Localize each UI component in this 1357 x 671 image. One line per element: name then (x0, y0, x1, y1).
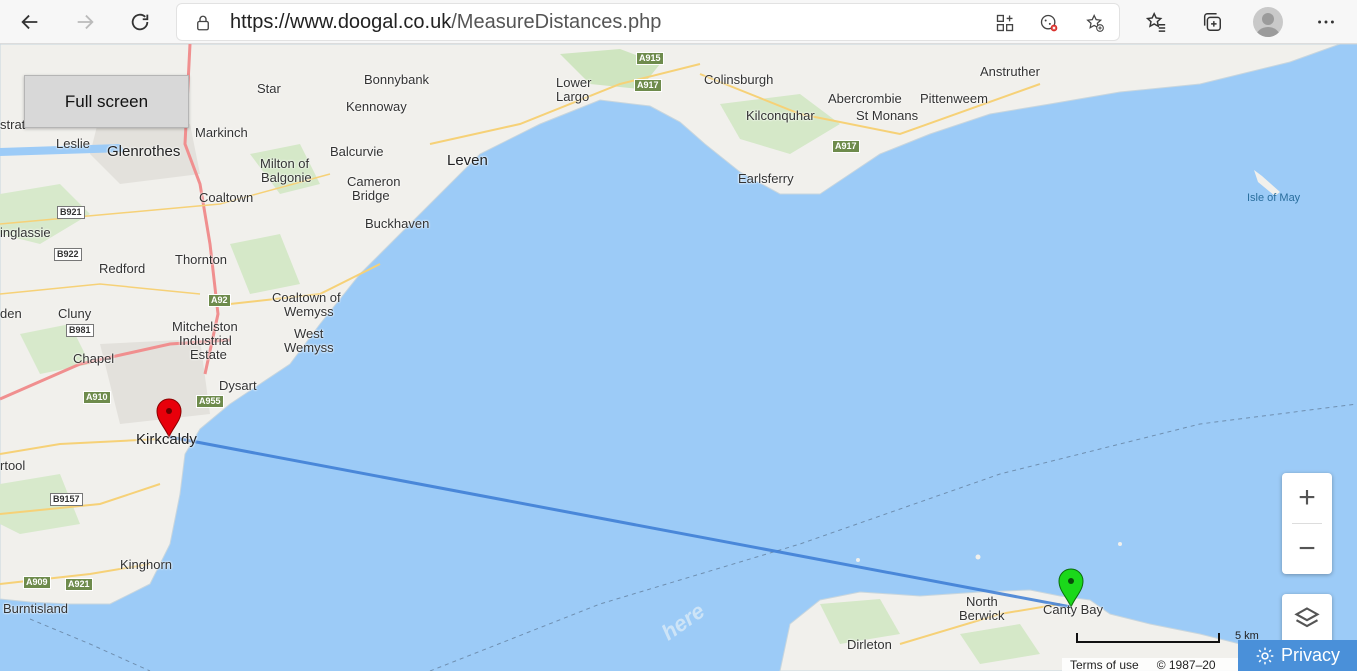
place-balcurvie: Balcurvie (330, 144, 384, 159)
fullscreen-button[interactable]: Full screen (24, 75, 189, 128)
place-glenrothes: Glenrothes (107, 143, 181, 160)
lock-icon[interactable] (192, 12, 214, 34)
add-favorite-icon[interactable] (1084, 12, 1106, 34)
place-abercrombie: Abercrombie (828, 91, 902, 106)
place-kirkcaldy: Kirkcaldy (136, 431, 197, 448)
place-lower: Lower (556, 75, 592, 90)
place-west: West (294, 326, 324, 341)
place-chapel: Chapel (73, 351, 115, 366)
road-a92: A92 (208, 294, 231, 307)
place-canty-bay: Canty Bay (1043, 602, 1103, 617)
place-industrial: Industrial (179, 333, 232, 348)
road-a955: A955 (196, 395, 224, 408)
favorites-button[interactable] (1140, 6, 1172, 38)
place-thornton: Thornton (175, 252, 228, 267)
road-b9157: B9157 (50, 493, 83, 506)
url-host: https://www.doogal.co.uk (230, 11, 452, 33)
distance-line (169, 435, 1072, 609)
place-buckhaven: Buckhaven (365, 216, 430, 231)
place-leslie: Leslie (56, 136, 90, 151)
place-markinch: Markinch (195, 125, 248, 140)
tracking-prevention-icon[interactable] (1038, 12, 1060, 34)
layers-icon (1294, 607, 1320, 628)
place-strat: strat (0, 117, 26, 132)
forward-arrow-icon (77, 14, 94, 30)
road-a917-1: A917 (634, 79, 662, 92)
place-coaltown-of: Coaltown of (272, 290, 341, 305)
place-coaltown: Coaltown (199, 190, 254, 205)
place-kinghorn: Kinghorn (120, 557, 173, 572)
road-b921: B921 (57, 206, 85, 219)
place-dirleton: Dirleton (847, 637, 892, 652)
privacy-button[interactable]: Privacy (1238, 640, 1357, 671)
zoom-out-button[interactable]: − (1282, 524, 1332, 574)
url-path: /MeasureDistances.php (451, 11, 662, 33)
map-attribution: Terms of use © 1987–20 (1062, 658, 1242, 671)
place-largo: Largo (556, 89, 590, 104)
place-kennoway: Kennoway (346, 99, 407, 114)
place-milton-of: Milton of (260, 156, 310, 171)
place-north: North (966, 594, 998, 609)
place-mitchelston: Mitchelston (172, 319, 238, 334)
apps-icon[interactable] (994, 12, 1016, 34)
road-a921: A921 (65, 578, 93, 591)
road-a910: A910 (83, 391, 111, 404)
layers-button[interactable] (1282, 594, 1332, 644)
place-cameron: Cameron (347, 174, 401, 189)
place-inglassie: inglassie (0, 225, 51, 240)
settings-more-button[interactable] (1310, 6, 1342, 38)
place-rtool: rtool (0, 458, 26, 473)
refresh-button[interactable] (124, 6, 156, 38)
back-arrow-icon (21, 14, 38, 30)
road-b981: B981 (66, 324, 94, 337)
place-isle-of-may: Isle of May (1247, 192, 1301, 204)
place-kilconquhar: Kilconquhar (746, 108, 815, 123)
profile-avatar[interactable] (1253, 7, 1283, 37)
place-star: Star (257, 81, 281, 96)
place-balgonie: Balgonie (261, 170, 312, 185)
collections-icon (1203, 13, 1221, 31)
scale-bar (1076, 633, 1220, 643)
collections-button[interactable] (1196, 6, 1228, 38)
place-earlsferry: Earlsferry (738, 171, 794, 186)
place-leven: Leven (447, 152, 488, 169)
more-dots-icon (1318, 20, 1334, 24)
place-anstruther: Anstruther (980, 64, 1040, 79)
map-canvas[interactable]: Bonnybank Star Kennoway Lower Largo Coli… (0, 44, 1357, 671)
place-cluny: Cluny (58, 306, 92, 321)
place-pittenweem: Pittenweem (920, 91, 988, 106)
zoom-controls: + − (1282, 473, 1332, 574)
place-estate: Estate (190, 347, 227, 362)
refresh-icon (131, 13, 149, 31)
terms-of-use-link[interactable]: Terms of use (1070, 658, 1139, 671)
road-a909: A909 (23, 576, 51, 589)
place-den: den (0, 306, 22, 321)
privacy-label: Privacy (1280, 645, 1340, 665)
url-text[interactable]: https://www.doogal.co.uk/MeasureDistance… (230, 11, 661, 34)
favorites-icon (1145, 12, 1166, 32)
back-button[interactable] (14, 6, 46, 38)
browser-toolbar: https://www.doogal.co.uk/MeasureDistance… (0, 0, 1357, 44)
forward-button[interactable] (69, 6, 101, 38)
place-wemyss-2: Wemyss (284, 340, 334, 355)
road-a915: A915 (636, 52, 664, 65)
address-bar[interactable]: https://www.doogal.co.uk/MeasureDistance… (176, 3, 1120, 41)
road-a917-2: A917 (832, 140, 860, 153)
place-bridge: Bridge (352, 188, 390, 203)
copyright-text: © 1987–20 (1156, 658, 1216, 671)
place-redford: Redford (99, 261, 146, 276)
place-st-monans: St Monans (856, 108, 919, 123)
place-bonnybank: Bonnybank (364, 72, 430, 87)
place-burntisland: Burntisland (3, 601, 69, 616)
zoom-in-button[interactable]: + (1282, 473, 1332, 523)
place-wemyss-1: Wemyss (284, 304, 334, 319)
place-colinsburgh: Colinsburgh (704, 72, 774, 87)
place-berwick: Berwick (959, 608, 1005, 623)
road-b922: B922 (54, 248, 82, 261)
place-dysart: Dysart (219, 378, 257, 393)
gear-icon (1256, 647, 1274, 664)
